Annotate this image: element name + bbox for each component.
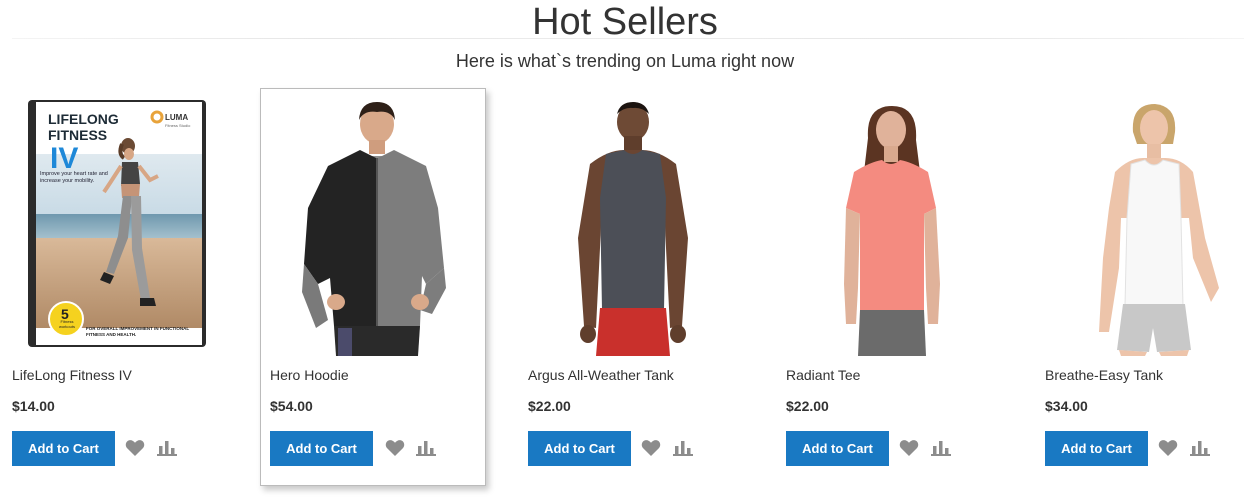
product-item: Hero Hoodie $54.00 Add to Cart xyxy=(260,88,486,486)
add-to-cart-button[interactable]: Add to Cart xyxy=(786,431,889,466)
dvd-tagline: Improve your heart rate and increase you… xyxy=(40,171,108,184)
dvd-brand-sub: Fitness Studio xyxy=(165,123,191,128)
dvd-badge-text: Fitness workouts xyxy=(58,320,75,329)
product-image[interactable] xyxy=(1033,88,1250,356)
bar-chart-icon[interactable] xyxy=(673,440,693,456)
add-to-cart-button[interactable]: Add to Cart xyxy=(270,431,373,466)
product-item: Breathe-Easy Tank $34.00 Add to Cart xyxy=(1033,88,1250,486)
product-price: $34.00 xyxy=(1045,398,1088,414)
heart-icon[interactable] xyxy=(899,439,919,457)
heart-icon[interactable] xyxy=(125,439,145,457)
add-to-cart-button[interactable]: Add to Cart xyxy=(12,431,115,466)
product-price: $14.00 xyxy=(12,398,55,414)
product-grid: LIFELONG FITNESS IV LUMA Fitness Studio … xyxy=(0,88,1250,498)
product-image[interactable] xyxy=(774,88,1000,356)
bar-chart-icon[interactable] xyxy=(157,440,177,456)
product-image[interactable] xyxy=(516,88,742,356)
dvd-footer: FOR OVERALL IMPROVEMENT IN FUNCTIONAL FI… xyxy=(86,326,190,337)
add-to-cart-button[interactable]: Add to Cart xyxy=(528,431,631,466)
product-name-link[interactable]: LifeLong Fitness IV xyxy=(12,367,132,383)
product-item: Radiant Tee $22.00 Add to Cart xyxy=(774,88,1000,486)
dvd-title-line1: LIFELONG xyxy=(48,111,119,127)
section-title: Hot Sellers xyxy=(532,1,718,43)
product-price: $22.00 xyxy=(786,398,829,414)
product-name-link[interactable]: Breathe-Easy Tank xyxy=(1045,367,1163,383)
product-image[interactable]: LIFELONG FITNESS IV LUMA Fitness Studio … xyxy=(0,88,226,356)
section-header: Hot Sellers xyxy=(0,0,1250,43)
heart-icon[interactable] xyxy=(385,439,405,457)
heart-icon[interactable] xyxy=(641,439,661,457)
dvd-brand: LUMA xyxy=(165,113,188,122)
product-price: $22.00 xyxy=(528,398,571,414)
heart-icon[interactable] xyxy=(1158,439,1178,457)
section-subtitle: Here is what`s trending on Luma right no… xyxy=(455,51,795,71)
bar-chart-icon[interactable] xyxy=(1190,440,1210,456)
product-name-link[interactable]: Argus All-Weather Tank xyxy=(528,367,674,383)
product-name-link[interactable]: Hero Hoodie xyxy=(270,367,349,383)
bar-chart-icon[interactable] xyxy=(931,440,951,456)
product-name-link[interactable]: Radiant Tee xyxy=(786,367,860,383)
add-to-cart-button[interactable]: Add to Cart xyxy=(1045,431,1148,466)
product-price: $54.00 xyxy=(270,398,313,414)
dvd-title-line2: FITNESS xyxy=(48,127,107,143)
product-item: LIFELONG FITNESS IV LUMA Fitness Studio … xyxy=(0,88,226,486)
product-image[interactable] xyxy=(260,88,486,356)
bar-chart-icon[interactable] xyxy=(416,440,436,456)
product-item: Argus All-Weather Tank $22.00 Add to Car… xyxy=(516,88,742,486)
hot-sellers-page: Hot Sellers Here is what`s trending on L… xyxy=(0,0,1250,503)
